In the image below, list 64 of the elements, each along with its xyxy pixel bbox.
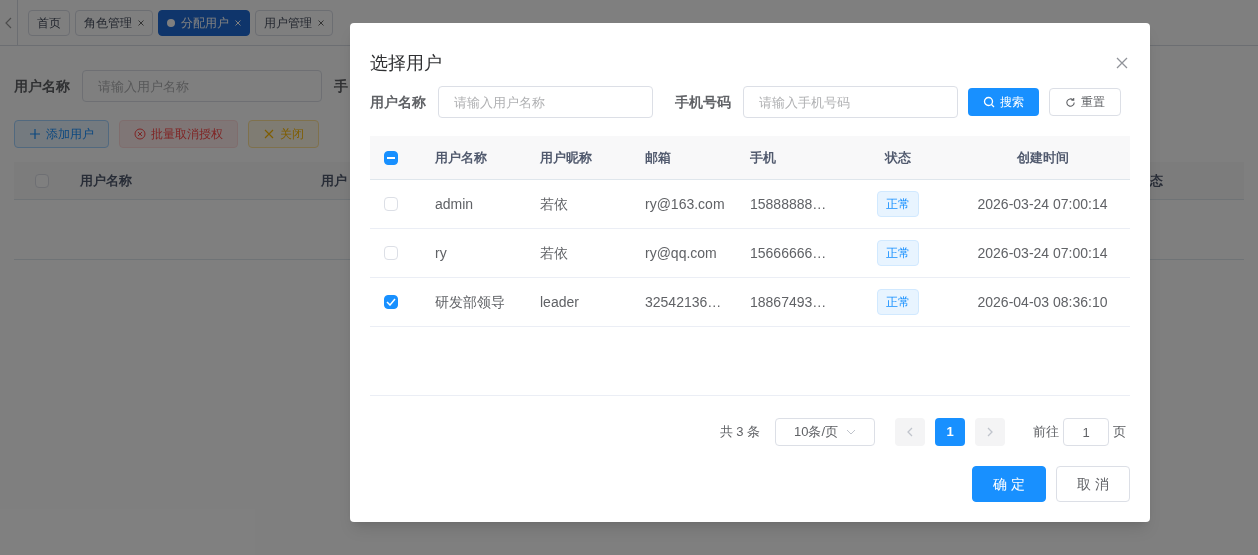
status-tag: 正常 [876, 289, 919, 315]
column-header: 用户名称 [80, 171, 132, 190]
table-cell-text: 15666666… [749, 244, 828, 263]
chevron-left-icon[interactable] [4, 16, 13, 29]
table-cell-text: 2026-03-24 07:00:14 [976, 195, 1109, 214]
search-button[interactable]: 搜索 [968, 88, 1039, 116]
table-cell-text: 18867493… [749, 293, 828, 312]
field-label: 手机号码 [675, 93, 731, 112]
table-cell-text: 若依 [539, 195, 569, 214]
table-cell-text: 32542136… [644, 293, 723, 312]
checkbox[interactable] [384, 295, 398, 309]
column-header: 用户昵称 [539, 148, 593, 167]
total-count: 共 3 条 [719, 423, 760, 442]
goto-label: 前往 [1033, 423, 1059, 442]
tab[interactable]: 分配用户 [158, 9, 250, 36]
tab[interactable]: 首页 [28, 9, 70, 36]
table-cell-text: 2026-04-03 08:36:10 [976, 293, 1109, 312]
circle-x-icon [134, 128, 146, 140]
table-cell-text: 若依 [539, 244, 569, 263]
search-field[interactable]: 请输入手机号码 [743, 86, 958, 118]
column-header: 手机 [749, 148, 777, 167]
dialog-title: 选择用户 [370, 52, 442, 75]
table-cell-text: 15888888… [749, 195, 828, 214]
status-tag: 正常 [876, 191, 919, 217]
column-header: 态 [1150, 171, 1163, 190]
search-icon [983, 96, 995, 108]
table-cell-text: 2026-03-24 07:00:14 [976, 244, 1109, 263]
table-cell-text: admin [434, 195, 475, 214]
column-header: 用户名称 [434, 148, 488, 167]
page-input[interactable]: 1 [1063, 418, 1109, 446]
status-tag: 正常 [876, 240, 919, 266]
chevron-down-icon [846, 429, 856, 435]
close-icon[interactable] [138, 19, 144, 26]
close-icon [263, 128, 275, 140]
select-all-checkbox[interactable] [384, 150, 398, 165]
dialog-button[interactable]: 取 消 [1056, 466, 1130, 502]
page-size-select[interactable]: 10条/页 [775, 418, 875, 446]
search-field[interactable]: 请输入用户名称 [438, 86, 653, 118]
column-header: 创建时间 [1015, 148, 1070, 167]
close-icon[interactable] [318, 19, 324, 26]
toolbar-button[interactable]: 批量取消授权 [119, 120, 238, 148]
table-cell-text: 研发部领导 [434, 293, 506, 312]
refresh-icon [1065, 96, 1076, 108]
reset-button[interactable]: 重置 [1049, 88, 1121, 116]
tab[interactable]: 角色管理 [75, 9, 153, 36]
table-cell-text: ry@qq.com [644, 244, 718, 263]
dialog-button[interactable]: 确 定 [972, 466, 1046, 502]
table-cell-text: ry@163.com [644, 195, 726, 214]
chevron-left-icon [907, 427, 913, 437]
toolbar-button[interactable]: 添加用户 [14, 120, 109, 148]
field-label: 用户名称 [370, 93, 426, 112]
column-header: 邮箱 [644, 148, 672, 167]
table-cell-text: ry [434, 244, 448, 263]
page-suffix: 页 [1113, 423, 1126, 442]
column-header: 用户 [321, 171, 347, 190]
table-cell-text: leader [539, 293, 580, 312]
field-label: 用户名称 [14, 77, 70, 96]
page-button[interactable]: 1 [935, 418, 965, 446]
field-label: 手 [334, 77, 348, 96]
chevron-right-icon [987, 427, 993, 437]
tab[interactable]: 用户管理 [255, 9, 333, 36]
column-header: 状态 [883, 148, 912, 167]
close-icon[interactable] [1116, 57, 1128, 69]
plus-icon [29, 128, 41, 140]
